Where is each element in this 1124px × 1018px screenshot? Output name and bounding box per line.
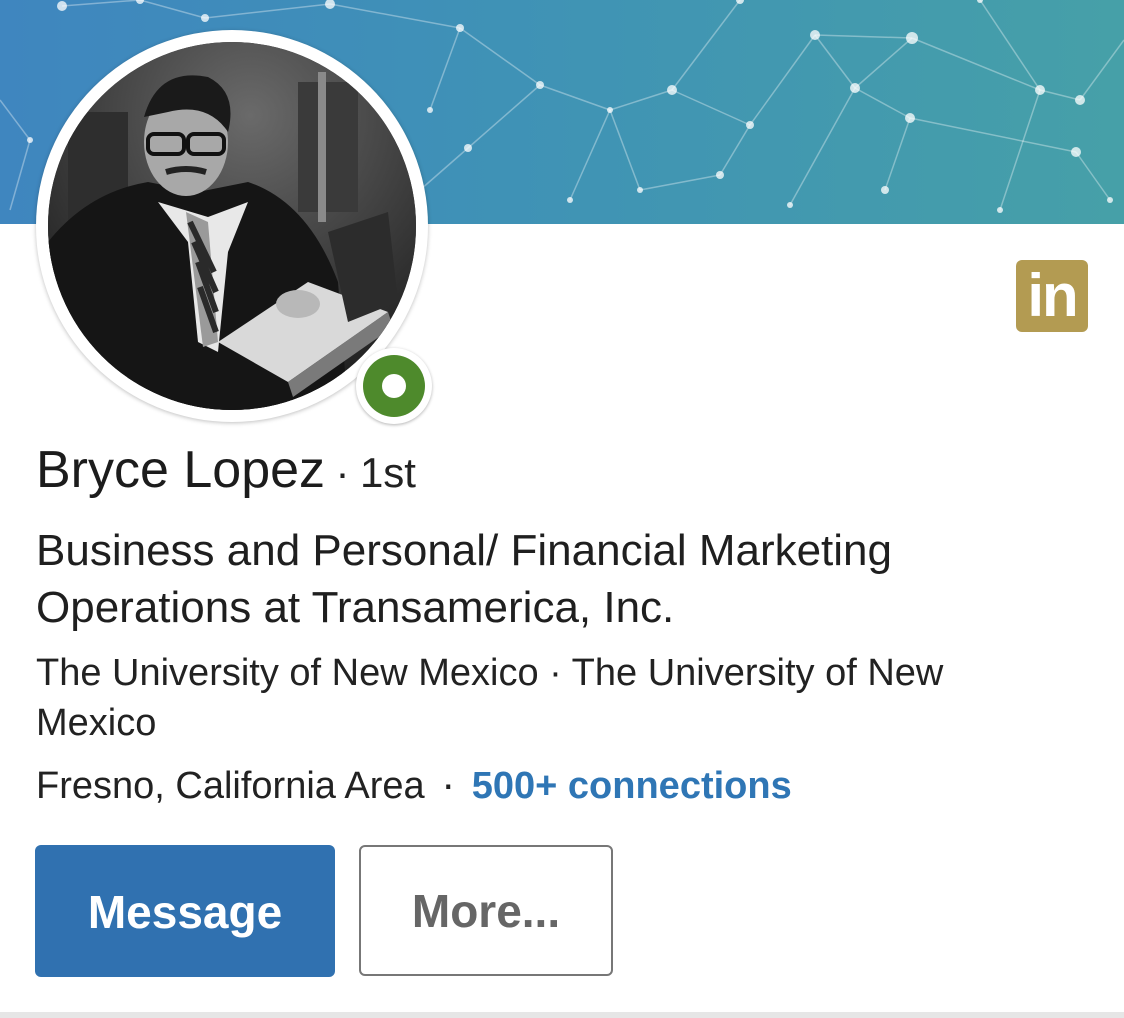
- profile-headline: Business and Personal/ Financial Marketi…: [36, 526, 893, 632]
- presence-ring-center: [382, 374, 406, 398]
- location-row: Fresno, California Area · 500+ connectio…: [36, 760, 792, 810]
- more-button[interactable]: More...: [359, 845, 613, 976]
- connections-link[interactable]: 500+ connections: [472, 765, 792, 807]
- separator-dot: ·: [441, 760, 456, 807]
- section-divider: [0, 1012, 1124, 1018]
- profile-photo[interactable]: [36, 30, 432, 424]
- avatar-image: [48, 42, 416, 410]
- online-status-indicator: [356, 348, 432, 424]
- name-row: Bryce Lopez · 1st: [36, 440, 416, 500]
- presence-dot: [363, 355, 425, 417]
- separator-dot: ·: [335, 449, 350, 496]
- linkedin-icon[interactable]: in: [1016, 260, 1088, 332]
- profile-name: Bryce Lopez: [36, 441, 326, 499]
- profile-education: The University of New Mexico · The Unive…: [36, 652, 944, 744]
- message-button[interactable]: Message: [35, 845, 335, 977]
- profile-location: Fresno, California Area: [36, 765, 425, 807]
- connection-degree: 1st: [359, 449, 416, 496]
- avatar: [48, 42, 416, 410]
